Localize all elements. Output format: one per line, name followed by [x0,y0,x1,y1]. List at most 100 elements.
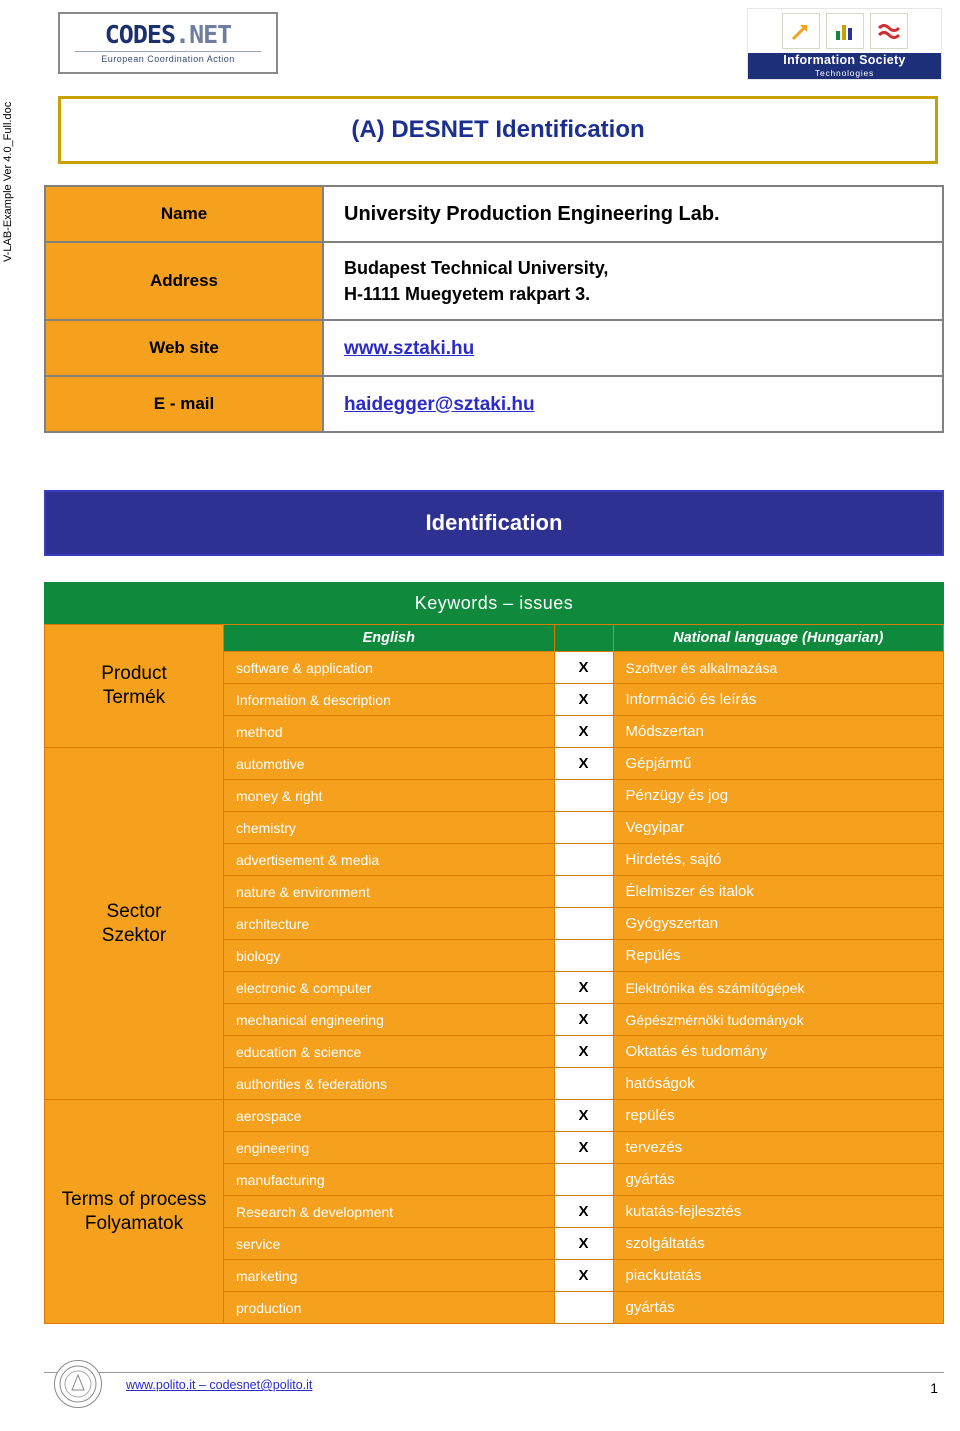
footer-links[interactable]: www.polito.it – codesnet@polito.it [126,1378,312,1392]
keyword-english-cell: education & science [223,1035,555,1068]
keyword-national-cell: Oktatás és tudomány [612,1035,944,1068]
keyword-national-cell: gyártás [612,1163,944,1196]
info-row-label: Name [44,185,324,243]
keyword-checkbox-cell[interactable]: X [553,1227,614,1260]
keyword-checkbox-cell[interactable]: X [553,1259,614,1292]
keyword-english-cell: authorities & federations [223,1067,555,1100]
keyword-national-cell: Gyógyszertan [612,907,944,940]
keyword-checkbox-cell[interactable]: X [553,1195,614,1228]
info-row-value[interactable]: www.sztaki.hu [322,319,944,377]
info-row: Address Budapest Technical University, H-1… [44,241,944,321]
footer-divider [44,1372,944,1373]
keyword-english-cell: marketing [223,1259,555,1292]
keywords-header-checkbox-column [553,624,614,652]
keyword-national-cell: tervezés [612,1131,944,1164]
keyword-checkbox-cell[interactable] [553,875,614,908]
keywords-category-cell: Terms of process Folyamatok [44,1099,224,1324]
keyword-checkbox-cell[interactable]: X [553,971,614,1004]
keywords-table: Product Termék English National language (H… [44,624,944,1324]
keyword-national-cell: szolgáltatás [612,1227,944,1260]
page-title: (A) DESNET Identification [58,96,938,164]
keyword-english-cell: nature & environment [223,875,555,908]
keyword-checkbox-cell[interactable] [553,779,614,812]
keyword-checkbox-cell[interactable]: X [553,683,614,716]
keywords-section-header: Keywords – issues [44,582,944,624]
identification-info-table: Name University Production Engineering La… [44,185,944,433]
keyword-checkbox-cell[interactable]: X [553,1131,614,1164]
info-row-value: Budapest Technical University, H-1111 Mue… [322,241,944,321]
ist-logo-caption: Information Society Technologies [748,53,941,79]
keyword-national-cell: Vegyipar [612,811,944,844]
info-row-value[interactable]: haidegger@sztaki.hu [322,375,944,433]
keyword-checkbox-cell[interactable] [553,1291,614,1324]
keyword-checkbox-cell[interactable] [553,811,614,844]
info-row-value: University Production Engineering Lab. [322,185,944,243]
information-society-technologies-logo: Information Society Technologies [747,8,942,80]
keyword-english-cell: Research & development [223,1195,555,1228]
keyword-checkbox-cell[interactable] [553,907,614,940]
info-row-link[interactable]: haidegger@sztaki.hu [344,394,535,415]
keyword-english-cell: biology [223,939,555,972]
category-label-en: Product [101,663,167,684]
info-row-value-line: University Production Engineering Lab. [344,202,720,225]
page-header: CODES.NET European Coordination Action I… [36,8,960,86]
keyword-national-cell: Gépjármű [612,747,944,780]
keyword-national-cell: repülés [612,1099,944,1132]
info-row-value-line: H-1111 Muegyetem rakpart 3. [344,284,591,304]
keyword-national-cell: Repülés [612,939,944,972]
info-row-label: Web site [44,319,324,377]
ist-waves-icon [869,13,908,49]
info-row-value-line: Budapest Technical University, [344,258,609,278]
keyword-english-cell: aerospace [223,1099,555,1132]
codesnet-logo-text: CODES.NET [104,20,232,49]
category-label-en: Terms of process [61,1188,207,1210]
keyword-checkbox-cell[interactable] [553,1067,614,1100]
keyword-checkbox-cell[interactable]: X [553,1035,614,1068]
info-row-label: E - mail [44,375,324,433]
keyword-checkbox-cell[interactable]: X [553,651,614,684]
ist-logo-line1: Information Society [783,53,906,67]
keyword-national-cell: hatóságok [612,1067,944,1100]
page-title-text: (A) DESNET Identification [351,116,645,143]
keyword-english-cell: automotive [223,747,555,780]
keyword-national-cell: Elektrónika és számítógépek [612,971,944,1004]
keyword-checkbox-cell[interactable] [553,1163,614,1196]
keyword-checkbox-cell[interactable]: X [553,1003,614,1036]
keyword-checkbox-cell[interactable] [553,939,614,972]
keyword-checkbox-cell[interactable]: X [553,715,614,748]
keyword-national-cell: Gépészmérnöki tudományok [612,1003,944,1036]
keyword-english-cell: money & right [223,779,555,812]
keyword-national-cell: Hirdetés, sajtó [612,843,944,876]
keyword-english-cell: software & application [223,651,555,684]
info-row: Web site www.sztaki.hu [44,319,944,377]
codesnet-logo-subtitle: European Coordination Action [75,51,261,64]
ist-logo-icons [748,9,941,53]
keyword-english-cell: chemistry [223,811,555,844]
keyword-english-cell: production [223,1291,555,1324]
ist-logo-line2: Technologies [814,68,875,78]
keyword-checkbox-cell[interactable]: X [553,1099,614,1132]
ist-chart-icon [825,13,864,49]
codesnet-logo: CODES.NET European Coordination Action [58,12,278,74]
keyword-checkbox-cell[interactable] [553,843,614,876]
info-row-label: Address [44,241,324,321]
identification-section-header: Identification [44,490,944,556]
keyword-english-cell: Information & description [223,683,555,716]
keyword-english-cell: architecture [223,907,555,940]
keyword-national-cell: Élelmiszer és italok [612,875,944,908]
info-row-link[interactable]: www.sztaki.hu [344,338,474,359]
keyword-national-cell: piackutatás [612,1259,944,1292]
keywords-row: Terms of process Folyamatok aerospace Xrepü… [44,1099,944,1324]
keyword-english-cell: mechanical engineering [223,1003,555,1036]
keyword-checkbox-cell[interactable]: X [553,747,614,780]
keywords-row: Sector Szektor automotive X Gépjármű [44,747,944,1100]
category-label-en: Sector [106,900,162,922]
keyword-english-cell: electronic & computer [223,971,555,1004]
keyword-national-cell: Pénzügy és jog [612,779,944,812]
keywords-header-english: English [223,624,555,652]
identification-info-body: Name University Production Engineering La… [44,185,944,433]
category-label-hu: Folyamatok [84,1212,184,1234]
keyword-national-cell: gyártás [612,1291,944,1324]
polito-seal-icon [54,1360,102,1408]
keywords-category-cell: Sector Szektor [44,747,224,1100]
